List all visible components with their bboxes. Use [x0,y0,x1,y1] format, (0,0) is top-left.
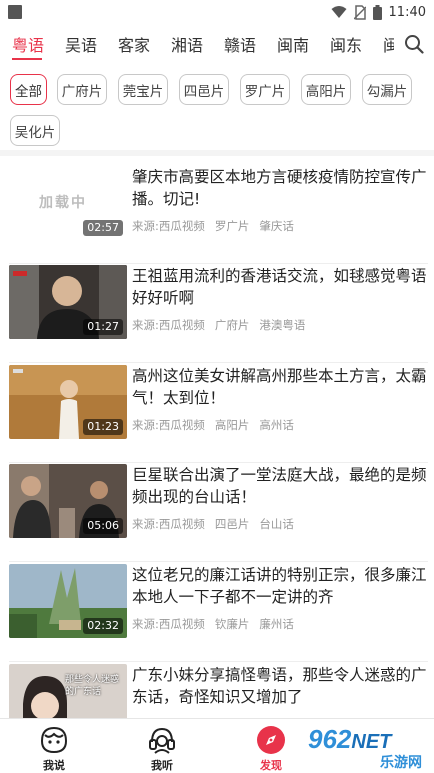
tab-hakka[interactable]: 客家 [118,32,150,56]
dialect-tabs: 粤语 吴语 客家 湘语 赣语 闽南 闽东 闽 [0,28,434,60]
video-title: 广东小妹分享搞怪粤语，那些令人迷惑的广东话，奇怪知识又增加了 [132,666,427,706]
video-group: 罗广片 [214,219,250,233]
video-title: 高州这位美女讲解高州那些本土方言，太霸气！太到位！ [132,367,427,407]
video-group: 广府片 [214,318,250,332]
video-group: 钦廉片 [214,617,250,631]
video-item[interactable]: 01:23 高州这位美女讲解高州那些本土方言，太霸气！太到位！ 来源:西瓜视频高… [0,365,434,463]
video-thumbnail: 加载中 02:57 [9,166,127,240]
video-duration: 05:06 [83,518,123,534]
watermark-sub: 乐游网 [380,755,422,771]
status-icons: 11:40 [331,3,426,21]
chip-guanbao[interactable]: 莞宝片 [118,74,168,105]
search-icon [405,35,424,54]
video-meta: 来源:西瓜视频 广府片 港澳粤语 [132,317,315,333]
subgroup-filters: 全部 广府片 莞宝片 四邑片 罗广片 高阳片 勾漏片 吴化片 [0,70,434,150]
tab-gan[interactable]: 赣语 [224,32,256,56]
item-separator [9,661,428,662]
video-dialect: 廉州话 [259,617,294,631]
nav-listen-label: 我听 [151,759,173,772]
item-separator [9,263,428,264]
item-separator [9,362,428,363]
video-dialect: 肇庆话 [259,219,294,233]
video-thumbnail: 05:06 [9,464,127,538]
chip-siyi[interactable]: 四邑片 [179,74,229,105]
tab-mindong[interactable]: 闽东 [330,32,362,56]
video-dialect: 港澳粤语 [259,318,306,332]
thumbnail-caption: 那些令人迷惑的广东话 [65,675,120,697]
tab-wu[interactable]: 吴语 [65,32,97,56]
video-meta: 来源:西瓜视频 钦廉片 廉州话 [132,616,304,632]
video-thumbnail: 01:27 [9,265,127,339]
video-dialect: 台山话 [259,517,294,531]
search-button[interactable] [394,28,434,60]
loading-text: 加载中 [39,195,87,211]
tab-minnan[interactable]: 闽南 [277,32,309,56]
video-source: 来源:西瓜视频 [132,517,205,531]
face-icon [40,726,68,754]
video-item[interactable]: 加载中 02:57 肇庆市高要区本地方言硬核疫情防控宣传广播。切记! 来源:西瓜… [0,166,434,264]
video-meta: 来源:西瓜视频 四邑片 台山话 [132,516,304,532]
video-thumbnail: 02:32 [9,564,127,638]
video-item[interactable]: 05:06 巨星联合出演了一堂法庭大战，最绝的是频频出现的台山话！ 来源:西瓜视… [0,464,434,562]
nav-discover[interactable]: 发现 [241,725,301,773]
video-meta: 来源:西瓜视频 高阳片 高州话 [132,417,304,433]
watermark-brand: 962 [308,724,352,754]
status-bar: 11:40 [0,0,434,24]
video-title: 王祖蓝用流利的香港话交流，如毬感觉粤语好好听啊 [132,267,427,307]
headset-icon [149,727,175,754]
chip-guangfu[interactable]: 广府片 [57,74,107,105]
video-title: 这位老兄的廉江话讲的特别正宗，很多廉江本地人一下子都不一定讲的齐 [132,566,427,606]
video-dialect: 高州话 [259,418,294,432]
compass-icon [257,726,285,754]
video-group: 高阳片 [214,418,250,432]
nav-listen[interactable]: 我听 [132,725,192,773]
tab-xiang[interactable]: 湘语 [171,32,203,56]
nav-speak-label: 我说 [43,759,65,772]
video-source: 来源:西瓜视频 [132,318,205,332]
video-thumbnail: 01:23 [9,365,127,439]
chip-gaoyang[interactable]: 高阳片 [301,74,351,105]
video-duration: 01:27 [83,319,123,335]
video-item[interactable]: 01:27 王祖蓝用流利的香港话交流，如毬感觉粤语好好听啊 来源:西瓜视频 广府片… [0,265,434,363]
status-time: 11:40 [388,4,426,20]
chip-all[interactable]: 全部 [10,74,47,105]
video-title: 肇庆市高要区本地方言硬核疫情防控宣传广播。切记! [132,168,427,208]
video-duration: 01:23 [83,419,123,435]
chip-wuhua[interactable]: 吴化片 [10,115,60,146]
item-separator [9,561,428,562]
video-source: 来源:西瓜视频 [132,418,205,432]
notification-icon [8,5,22,19]
no-sim-icon [353,4,366,20]
chip-luoguang[interactable]: 罗广片 [240,74,290,105]
video-duration: 02:57 [83,220,123,236]
battery-icon [372,4,382,20]
nav-discover-label: 发现 [260,759,282,772]
section-divider [0,150,434,156]
chip-goulou[interactable]: 勾漏片 [362,74,412,105]
video-duration: 02:32 [83,618,123,634]
video-item[interactable]: 02:32 这位老兄的廉江话讲的特别正宗，很多廉江本地人一下子都不一定讲的齐 来… [0,564,434,662]
video-source: 来源:西瓜视频 [132,617,205,631]
item-separator [9,462,428,463]
video-group: 四邑片 [214,517,250,531]
video-title: 巨星联合出演了一堂法庭大战，最绝的是频频出现的台山话！ [132,466,427,506]
video-meta: 来源:西瓜视频 罗广片 肇庆话 [132,218,304,234]
video-source: 来源:西瓜视频 [132,219,205,233]
nav-speak[interactable]: 我说 [24,725,84,773]
tab-yue[interactable]: 粤语 [12,32,44,56]
watermark-suffix: NET [351,731,392,753]
site-watermark: 962NET 乐游网 [304,722,434,773]
wifi-icon [331,6,347,18]
active-tab-indicator [12,58,42,60]
